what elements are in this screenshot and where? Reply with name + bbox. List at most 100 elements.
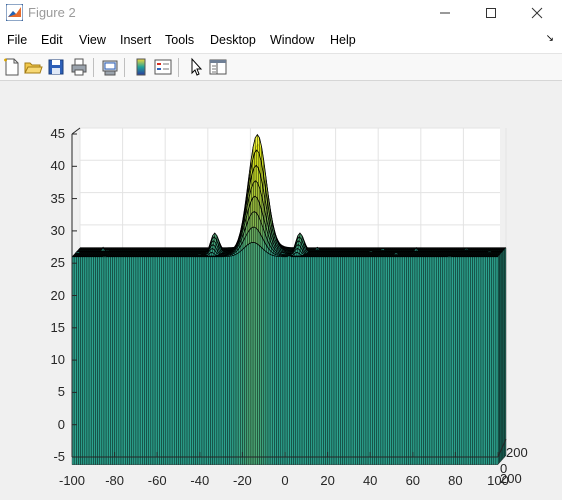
menu-help[interactable]: Help xyxy=(330,33,356,47)
surface-facet xyxy=(101,256,105,465)
surface-facet xyxy=(312,256,315,465)
surface-facet xyxy=(352,256,356,465)
surface-facet xyxy=(391,256,394,465)
surface-facet xyxy=(122,256,126,465)
z-tick-label: 20 xyxy=(50,287,65,303)
surface-facet xyxy=(397,256,401,465)
surface-facet xyxy=(342,256,345,465)
surface-facet xyxy=(193,256,196,465)
surface-facet xyxy=(429,256,433,465)
surface-facet xyxy=(414,256,418,465)
property-inspector-button[interactable] xyxy=(208,57,228,77)
menu-insert[interactable]: Insert xyxy=(120,33,151,47)
surface-facet xyxy=(378,256,382,465)
dock-arrow-icon[interactable]: ↘ xyxy=(546,33,554,44)
surface-facet xyxy=(480,256,484,465)
surface-facet xyxy=(450,256,454,465)
surface-facet xyxy=(440,256,443,465)
surface-facet xyxy=(331,256,335,465)
surface-facet xyxy=(199,256,203,465)
insert-legend-button[interactable] xyxy=(153,57,173,77)
new-figure-icon xyxy=(4,58,19,76)
surface-facet xyxy=(78,256,81,465)
top-edge-line xyxy=(71,127,81,135)
surface-facet xyxy=(423,256,426,465)
surface-facet xyxy=(267,252,271,465)
surface-facet xyxy=(346,256,350,465)
surface-facet xyxy=(389,256,392,465)
minimize-button[interactable] xyxy=(422,0,468,26)
surface-facet xyxy=(257,243,260,465)
surface-facet xyxy=(395,256,399,465)
insert-colorbar-button[interactable] xyxy=(131,57,151,77)
surface-facet xyxy=(95,256,98,465)
surface-facet xyxy=(474,256,477,465)
save-button[interactable] xyxy=(46,57,66,77)
surface-facet xyxy=(427,256,431,465)
surface-facet xyxy=(223,256,226,465)
x-tick-label: 60 xyxy=(405,473,421,488)
surface-facet xyxy=(201,256,205,465)
menu-bar: File Edit View Insert Tools Desktop Wind… xyxy=(0,26,562,54)
z-tick-label: 15 xyxy=(50,319,65,335)
surface-facet xyxy=(350,256,354,465)
surface-facet xyxy=(338,256,341,465)
menu-window[interactable]: Window xyxy=(270,33,314,47)
surface-facet xyxy=(150,256,154,465)
surface-facet xyxy=(359,256,362,465)
surface-facet xyxy=(88,256,92,465)
surface-facet xyxy=(231,254,235,465)
menu-tools[interactable]: Tools xyxy=(165,33,194,47)
surface-facet xyxy=(212,256,215,465)
menu-view[interactable]: View xyxy=(79,33,106,47)
surface-facet xyxy=(327,256,330,465)
maximize-button[interactable] xyxy=(468,0,514,26)
close-button[interactable] xyxy=(514,0,560,26)
surface-facet xyxy=(476,256,480,465)
surface-facet xyxy=(167,256,171,465)
surface-facet xyxy=(120,256,124,465)
surface-facet xyxy=(127,256,130,465)
surface-facet xyxy=(157,256,160,465)
surface-facet xyxy=(433,256,437,465)
surface-facet xyxy=(487,256,490,465)
surface-facet xyxy=(393,256,396,465)
legend-icon xyxy=(154,59,172,75)
new-figure-button[interactable] xyxy=(2,57,22,77)
x-tick-label: 40 xyxy=(362,473,378,488)
surface-facet xyxy=(355,256,358,465)
edit-plot-button[interactable] xyxy=(186,57,206,77)
menu-file[interactable]: File xyxy=(7,33,27,47)
print-preview-button[interactable] xyxy=(100,57,120,77)
surface-facet xyxy=(112,256,115,465)
print-button[interactable] xyxy=(69,57,89,77)
surface-facet xyxy=(73,256,77,465)
surface-facet xyxy=(197,256,200,465)
surface-facet xyxy=(233,254,237,465)
surface-facet xyxy=(374,256,377,465)
figure-area: -5 0 5 10 15 20 25 30 35 40 45 -100 -80 -60 -40 -20 0 20 4… xyxy=(0,82,562,500)
surface-facet xyxy=(289,255,292,465)
surface-facet xyxy=(444,256,448,465)
surface-facet xyxy=(333,256,337,465)
surface-facet xyxy=(176,256,179,465)
surface-facet xyxy=(363,256,367,465)
surface-facet xyxy=(455,256,458,465)
surface-facet xyxy=(248,242,252,465)
surface-facet xyxy=(169,256,173,465)
surface-facet xyxy=(438,256,441,465)
surface-facet xyxy=(116,256,120,465)
surface-facet xyxy=(306,256,309,465)
x-tick-label: -80 xyxy=(105,473,124,488)
surface-facet xyxy=(210,256,213,465)
menu-edit[interactable]: Edit xyxy=(41,33,63,47)
z-tick-label: 25 xyxy=(50,255,65,271)
menu-desktop[interactable]: Desktop xyxy=(210,33,256,47)
surface-plot[interactable] xyxy=(0,82,562,500)
surface-facet xyxy=(265,251,269,465)
surface-facet xyxy=(137,256,141,465)
open-file-button[interactable] xyxy=(23,57,43,77)
surface-facet xyxy=(272,254,275,465)
depth-tick-label: 200 xyxy=(500,471,522,486)
z-tick-label: 35 xyxy=(50,190,65,206)
